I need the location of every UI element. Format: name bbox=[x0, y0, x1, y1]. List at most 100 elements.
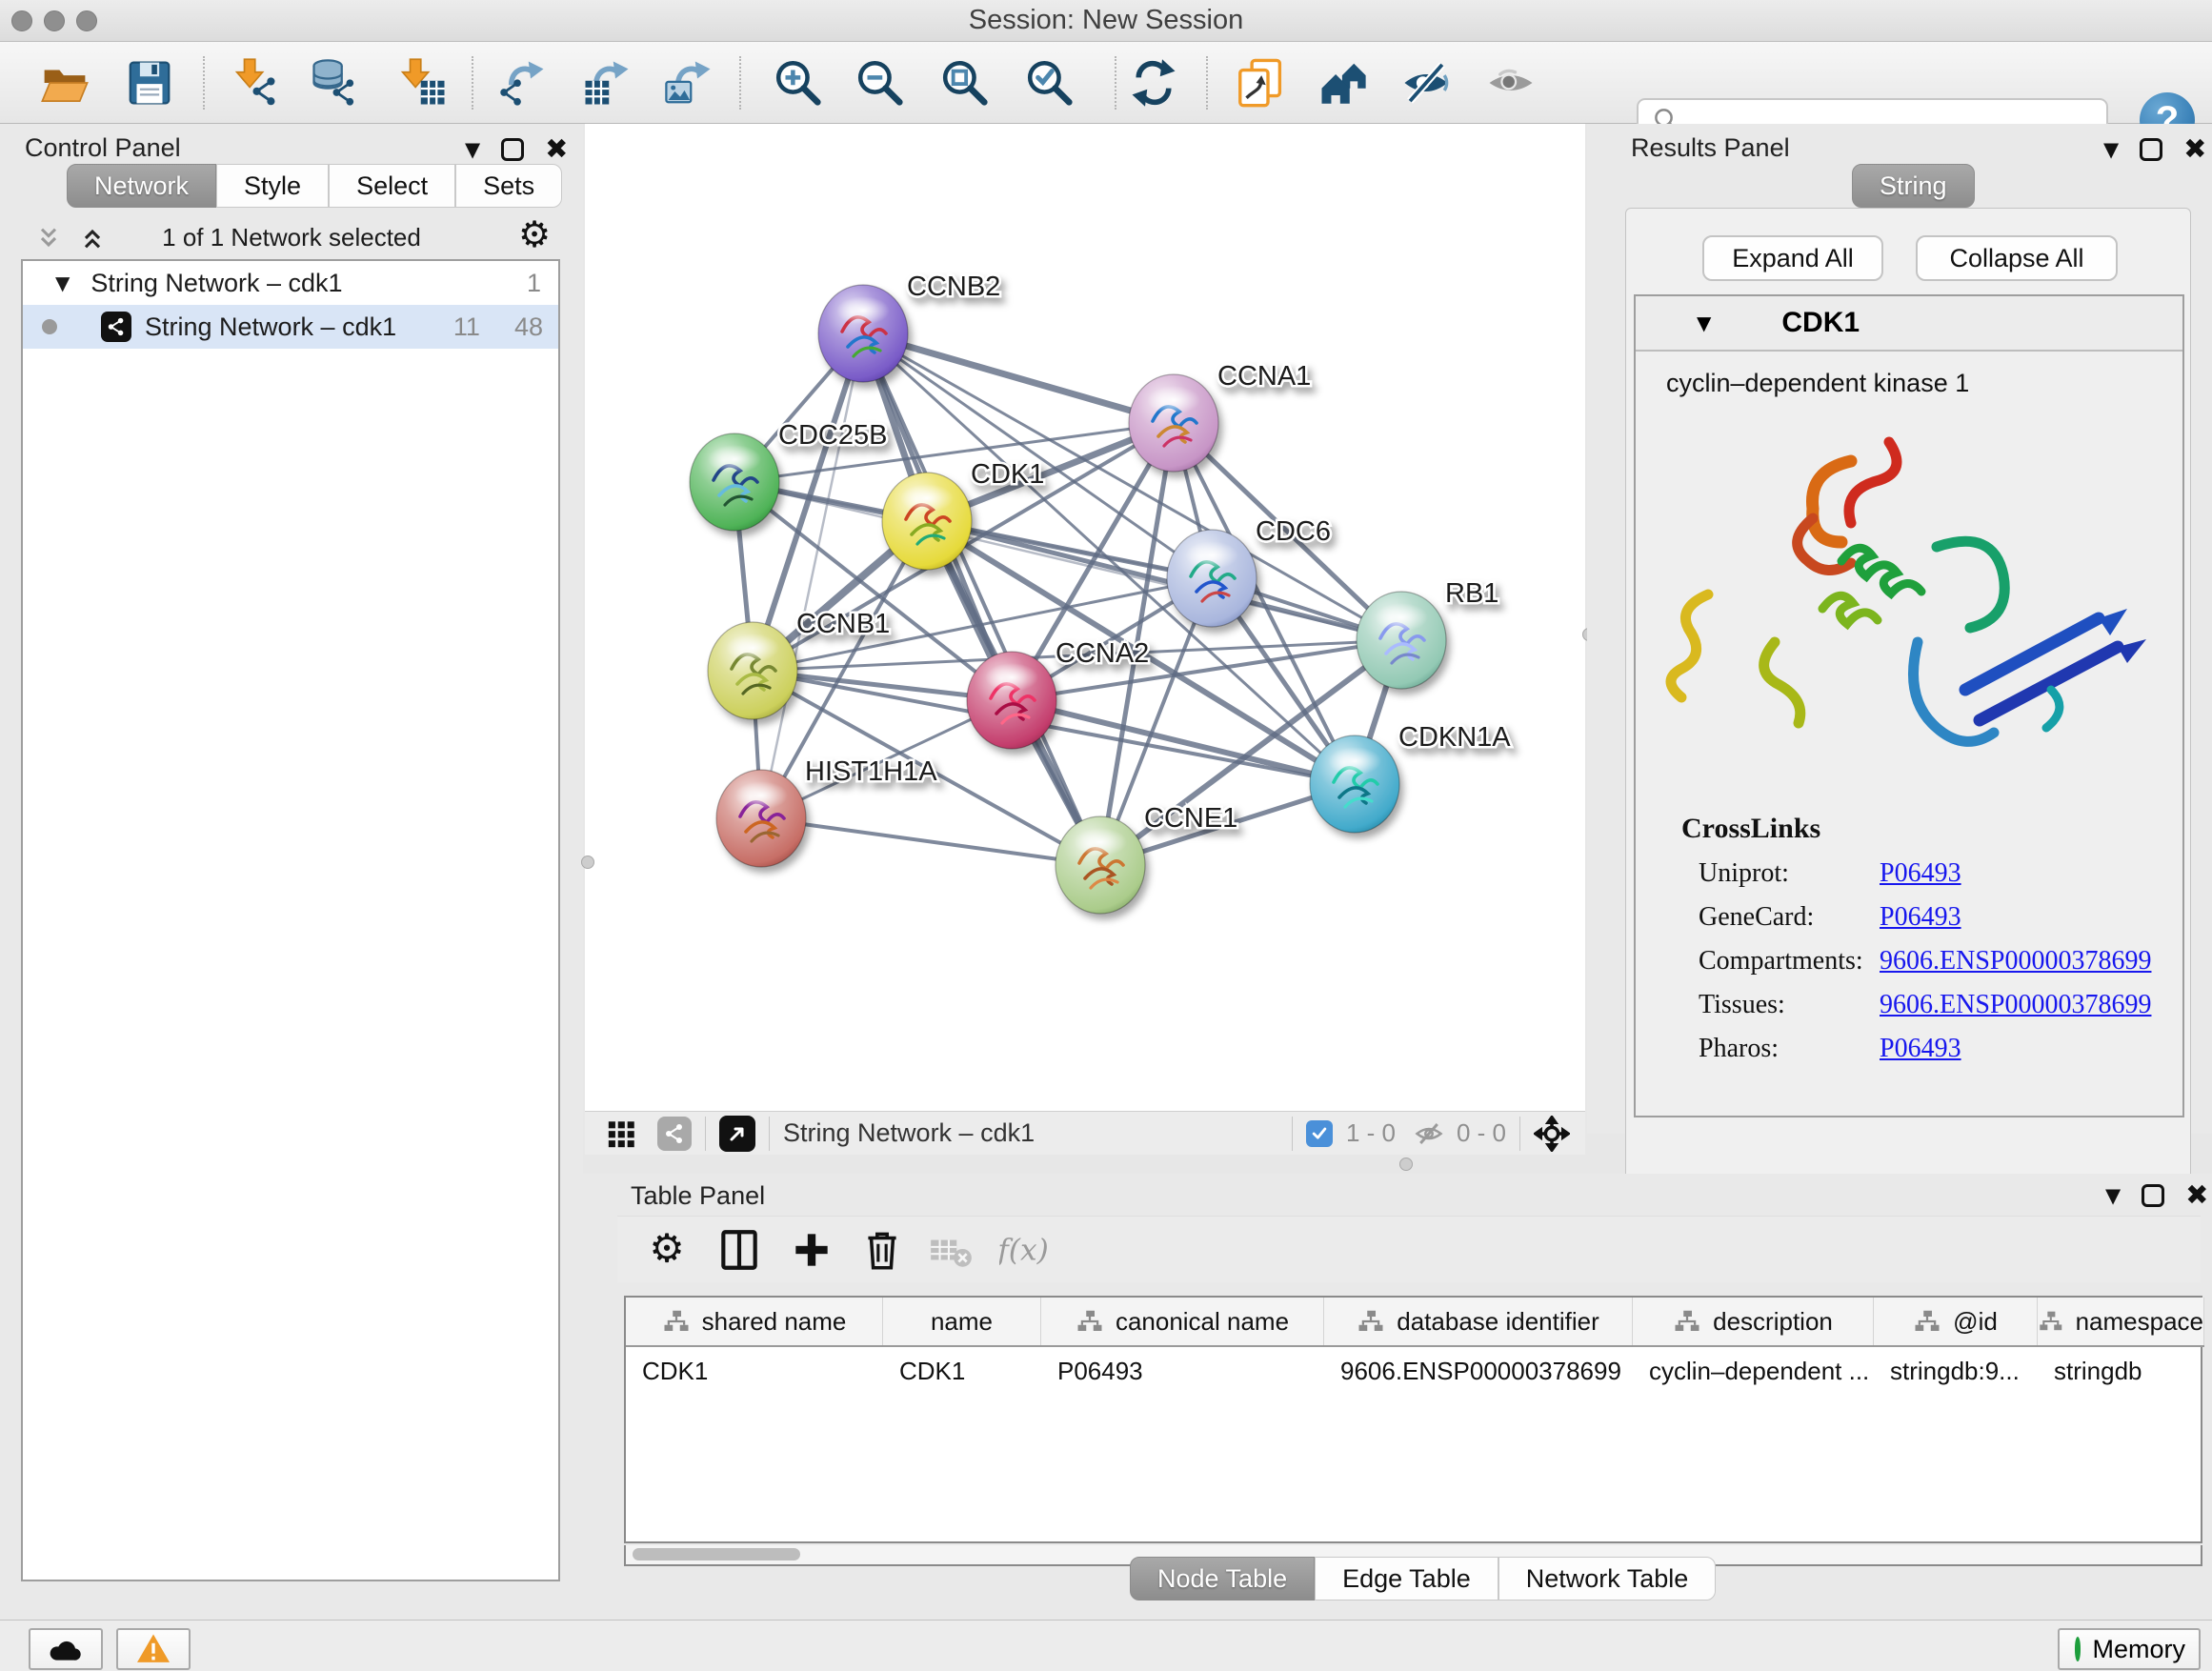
import-network-from-database-button[interactable] bbox=[307, 54, 364, 111]
network-canvas[interactable]: CCNB2 CCNA1 CDC25B CDK1 CDC6 RB1 bbox=[585, 124, 1585, 1111]
network-collection-row[interactable]: ▼ String Network – cdk1 1 bbox=[23, 261, 558, 305]
warnings-button[interactable] bbox=[116, 1628, 191, 1670]
results-panel-menu-icon[interactable]: ▼ bbox=[2103, 138, 2119, 161]
table-cell[interactable]: P06493 bbox=[1041, 1347, 1324, 1395]
zoom-out-button[interactable] bbox=[852, 54, 909, 111]
control-panel-tabs: NetworkStyleSelectSets bbox=[67, 164, 562, 208]
export-image-button[interactable] bbox=[660, 54, 717, 111]
show-graphics-details-button[interactable] bbox=[1482, 54, 1539, 111]
column-header-database-identifier[interactable]: database identifier bbox=[1324, 1298, 1633, 1345]
network-node-RB1[interactable]: RB1 bbox=[1357, 578, 1498, 689]
vertical-splitter-handle[interactable] bbox=[581, 856, 594, 869]
namespace-tree-icon bbox=[1673, 1309, 1701, 1334]
export-network-button[interactable] bbox=[493, 54, 551, 111]
clone-network-view-button[interactable] bbox=[1231, 54, 1288, 111]
import-network-from-file-button[interactable] bbox=[229, 54, 286, 111]
network-node-CCNB1[interactable]: CCNB1 bbox=[708, 609, 890, 719]
function-builder-icon: f(x) bbox=[999, 1226, 1047, 1274]
control-panel-float-icon[interactable] bbox=[501, 138, 524, 161]
function-builder-button[interactable]: f(x) bbox=[997, 1224, 1049, 1276]
table-cell[interactable]: 9606.ENSP00000378699 bbox=[1324, 1347, 1633, 1395]
table-settings-button[interactable]: ⚙ bbox=[641, 1224, 693, 1276]
memory-button[interactable]: Memory bbox=[2058, 1628, 2201, 1670]
network-edge[interactable] bbox=[761, 818, 1100, 865]
zoom-fit-content-button[interactable] bbox=[936, 54, 994, 111]
column-header-description[interactable]: description bbox=[1633, 1298, 1874, 1345]
protein-structure-image bbox=[1651, 404, 2182, 809]
column-header-name[interactable]: name bbox=[883, 1298, 1041, 1345]
string-style-icon[interactable] bbox=[657, 1117, 692, 1151]
cloud-tasks-button[interactable] bbox=[29, 1628, 103, 1670]
tab-string[interactable]: String bbox=[1852, 164, 1975, 208]
table-cell[interactable]: CDK1 bbox=[883, 1347, 1041, 1395]
hide-graphics-details-button[interactable] bbox=[1398, 54, 1455, 111]
scrollbar-thumb[interactable] bbox=[633, 1548, 800, 1560]
zoom-selected-button[interactable] bbox=[1021, 54, 1078, 111]
table-panel-title: Table Panel bbox=[631, 1181, 765, 1210]
crosslink-row: GeneCard: P06493 bbox=[1699, 902, 2182, 933]
tab-node-table[interactable]: Node Table bbox=[1130, 1557, 1315, 1601]
results-panel-float-icon[interactable] bbox=[2140, 138, 2162, 161]
add-column-button[interactable] bbox=[786, 1224, 837, 1276]
node-label: CDC25B bbox=[778, 420, 887, 451]
column-header-canonical-name[interactable]: canonical name bbox=[1041, 1298, 1324, 1345]
table-panel-float-icon[interactable] bbox=[2142, 1184, 2164, 1207]
selected-checkbox-icon[interactable] bbox=[1306, 1120, 1333, 1147]
zoom-in-button[interactable] bbox=[770, 54, 827, 111]
open-in-new-window-icon[interactable] bbox=[719, 1116, 755, 1152]
table-cell[interactable]: stringdb:9... bbox=[1874, 1347, 2038, 1395]
network-edge[interactable] bbox=[761, 333, 863, 818]
network-row[interactable]: String Network – cdk1 11 48 bbox=[23, 305, 558, 349]
control-panel-close-icon[interactable]: ✖ bbox=[545, 135, 568, 163]
table-cell[interactable]: CDK1 bbox=[626, 1347, 883, 1395]
table-panel-close-icon[interactable]: ✖ bbox=[2185, 1181, 2208, 1209]
protein-section-header[interactable]: ▼ CDK1 bbox=[1636, 296, 2182, 352]
delete-column-button[interactable] bbox=[856, 1224, 908, 1276]
tab-network-table[interactable]: Network Table bbox=[1498, 1557, 1717, 1601]
tab-network[interactable]: Network bbox=[67, 164, 216, 208]
horizontal-splitter-handle[interactable] bbox=[1399, 1158, 1413, 1171]
delete-table-button[interactable] bbox=[925, 1224, 976, 1276]
crosslink-link[interactable]: P06493 bbox=[1880, 858, 1961, 889]
network-node-CCNA1[interactable]: CCNA1 bbox=[1129, 361, 1311, 472]
network-node-HIST1H1A[interactable]: HIST1H1A bbox=[716, 756, 937, 867]
network-node-CDKN1A[interactable]: CDKN1A bbox=[1310, 722, 1511, 833]
save-session-button[interactable] bbox=[121, 54, 178, 111]
table-cell[interactable]: stringdb bbox=[2038, 1347, 2204, 1395]
network-options-gear-icon[interactable]: ⚙ bbox=[518, 213, 551, 255]
birds-eye-view-icon[interactable] bbox=[606, 1117, 638, 1150]
collapse-all-button[interactable]: Collapse All bbox=[1916, 235, 2118, 281]
crosslink-link[interactable]: P06493 bbox=[1880, 902, 1961, 933]
expand-all-button[interactable]: Expand All bbox=[1702, 235, 1883, 281]
tab-edge-table[interactable]: Edge Table bbox=[1315, 1557, 1498, 1601]
import-table-from-file-button[interactable] bbox=[394, 54, 452, 111]
protein-collapse-icon[interactable]: ▼ bbox=[1697, 312, 1711, 334]
open-session-button[interactable] bbox=[36, 54, 93, 111]
network-edge[interactable] bbox=[863, 333, 1174, 423]
split-columns-button[interactable] bbox=[714, 1224, 765, 1276]
apply-preferred-layout-button[interactable] bbox=[1125, 54, 1182, 111]
network-node-CCNE1[interactable]: CCNE1 bbox=[1056, 803, 1237, 914]
tab-select[interactable]: Select bbox=[329, 164, 455, 208]
fit-selected-crosshair-icon[interactable] bbox=[1534, 1116, 1570, 1152]
string-network-icon bbox=[101, 312, 131, 342]
table-cell[interactable]: cyclin–dependent ... bbox=[1633, 1347, 1874, 1395]
network-edge-count: 48 bbox=[514, 312, 543, 342]
export-table-button[interactable] bbox=[578, 54, 635, 111]
namespace-tree-icon bbox=[1076, 1309, 1104, 1334]
show-home-panel-button[interactable] bbox=[1315, 54, 1372, 111]
crosslink-link[interactable]: 9606.ENSP00000378699 bbox=[1880, 946, 2151, 976]
collection-collapse-icon[interactable]: ▼ bbox=[55, 272, 70, 294]
control-panel-menu-icon[interactable]: ▼ bbox=[465, 138, 480, 161]
table-row[interactable]: CDK1CDK1P064939606.ENSP00000378699cyclin… bbox=[626, 1347, 2204, 1395]
column-header-@id[interactable]: @id bbox=[1874, 1298, 2038, 1345]
tab-style[interactable]: Style bbox=[216, 164, 329, 208]
crosslink-link[interactable]: 9606.ENSP00000378699 bbox=[1880, 990, 2151, 1020]
crosslink-link[interactable]: P06493 bbox=[1880, 1034, 1961, 1064]
table-panel-menu-icon[interactable]: ▼ bbox=[2105, 1184, 2121, 1207]
column-header-shared-name[interactable]: shared name bbox=[626, 1298, 883, 1345]
tab-sets[interactable]: Sets bbox=[455, 164, 562, 208]
column-header-namespace[interactable]: namespace bbox=[2038, 1298, 2204, 1345]
node-label: CCNB2 bbox=[907, 272, 1000, 302]
results-panel-close-icon[interactable]: ✖ bbox=[2183, 135, 2206, 163]
